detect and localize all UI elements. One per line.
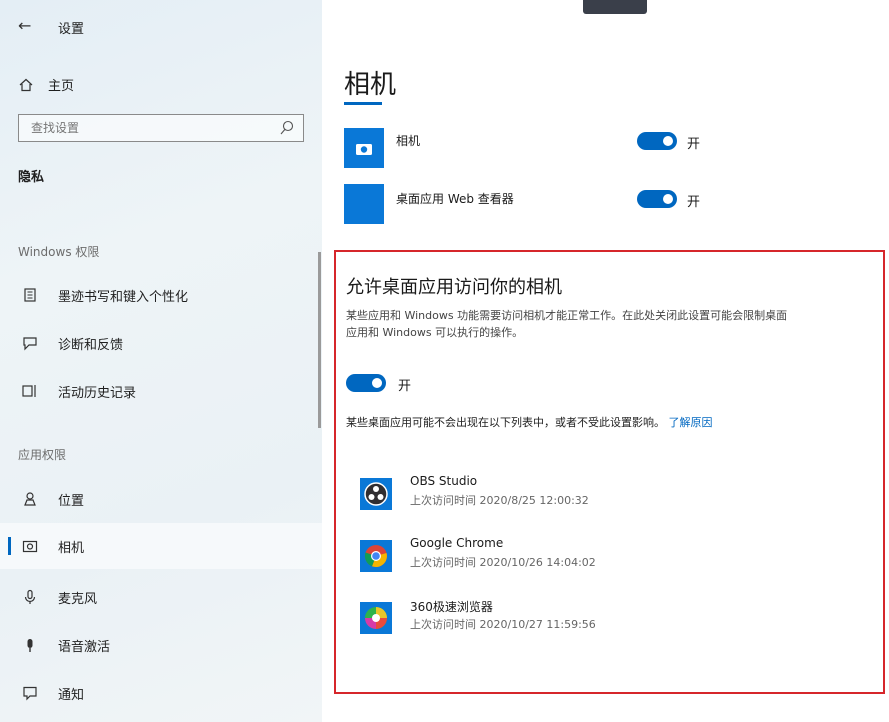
window-title: 设置	[58, 22, 85, 37]
sidebar-item-activity-history[interactable]: 活动历史记录	[0, 368, 322, 414]
sidebar-item-label: 位置	[58, 493, 85, 509]
app-list-name: 360极速浏览器	[410, 600, 493, 614]
toggle-knob	[663, 194, 673, 204]
notebook-icon	[22, 287, 38, 303]
page-title: 相机	[344, 70, 397, 100]
camera-icon	[22, 538, 38, 554]
sidebar-item-label: 活动历史记录	[58, 385, 137, 401]
app-list-name: Google Chrome	[410, 536, 504, 550]
back-arrow-icon[interactable]: ←	[18, 16, 31, 35]
desktop-apps-heading: 允许桌面应用访问你的相机	[346, 277, 562, 298]
taskbar-thumbnail	[583, 0, 647, 14]
app-list-name: OBS Studio	[410, 474, 478, 488]
home-label: 主页	[48, 79, 75, 94]
search-field[interactable]	[18, 114, 304, 142]
toggle-knob	[372, 378, 382, 388]
sidebar-item-voice-activation[interactable]: 语音激活	[0, 622, 322, 668]
sidebar-item-notifications[interactable]: 通知	[0, 670, 322, 716]
app-row-camera: 相机 开	[344, 124, 864, 168]
toggle-state-label: 开	[687, 137, 701, 152]
obs-icon	[360, 478, 392, 510]
chrome-icon	[360, 540, 392, 572]
home-icon	[19, 78, 33, 91]
group-label-apps: 应用权限	[18, 448, 67, 462]
sidebar-item-microphone[interactable]: 麦克风	[0, 574, 322, 620]
sidebar-item-label: 墨迹书写和键入个性化	[58, 289, 189, 305]
web-viewer-app-icon	[344, 184, 384, 224]
sidebar-item-label: 麦克风	[58, 591, 98, 607]
group-label-windows: Windows 权限	[18, 245, 100, 259]
section-heading-privacy: 隐私	[18, 170, 45, 185]
camera-app-icon	[344, 128, 384, 168]
list-item: OBS Studio 上次访问时间 2020/8/25 12:00:32	[360, 474, 760, 518]
sidebar-item-label: 诊断和反馈	[58, 337, 124, 353]
microphone-icon	[22, 589, 38, 605]
sidebar-item-label: 语音激活	[58, 639, 111, 655]
app-list-last-access: 上次访问时间 2020/10/27 11:59:56	[410, 618, 596, 631]
title-accent-bar	[344, 102, 382, 105]
camera-app-toggle[interactable]	[637, 132, 677, 150]
sidebar-scrollbar[interactable]	[318, 252, 321, 428]
desktop-apps-note: 某些桌面应用可能不会出现在以下列表中，或者不受此设置影响。 了解原因	[346, 414, 786, 431]
app-name: 桌面应用 Web 查看器	[396, 192, 514, 206]
settings-sidebar: ← 设置 主页 隐私 Windows 权限 墨迹书写和键入个性化 诊断和反馈 活…	[0, 0, 322, 722]
sidebar-item-label: 通知	[58, 687, 85, 703]
notification-icon	[22, 685, 38, 701]
timeline-icon	[22, 383, 38, 399]
toggle-knob	[663, 136, 673, 146]
search-icon[interactable]	[279, 119, 295, 137]
home-link[interactable]: 主页	[18, 75, 74, 94]
sidebar-item-label: 相机	[58, 540, 85, 556]
sidebar-item-diagnostics[interactable]: 诊断和反馈	[0, 320, 322, 366]
search-input[interactable]	[19, 115, 271, 141]
browser-360-icon	[360, 602, 392, 634]
list-item: 360极速浏览器 上次访问时间 2020/10/27 11:59:56	[360, 598, 760, 642]
desktop-apps-toggle[interactable]	[346, 374, 386, 392]
feedback-icon	[22, 335, 38, 351]
location-icon	[22, 491, 38, 507]
web-viewer-toggle[interactable]	[637, 190, 677, 208]
list-item: Google Chrome 上次访问时间 2020/10/26 14:04:02	[360, 536, 760, 580]
app-row-web-viewer: 桌面应用 Web 查看器 开	[344, 184, 864, 224]
voice-icon	[22, 637, 38, 653]
desktop-apps-description: 某些应用和 Windows 功能需要访问相机才能正常工作。在此处关闭此设置可能会…	[346, 309, 788, 339]
toggle-state-label: 开	[398, 379, 412, 394]
learn-more-link[interactable]: 了解原因	[669, 416, 713, 429]
sidebar-item-camera[interactable]: 相机	[0, 523, 322, 569]
app-list-last-access: 上次访问时间 2020/8/25 12:00:32	[410, 494, 589, 507]
note-text: 某些桌面应用可能不会出现在以下列表中，或者不受此设置影响。	[346, 416, 665, 429]
app-name: 相机	[396, 134, 421, 148]
app-list-last-access: 上次访问时间 2020/10/26 14:04:02	[410, 556, 596, 569]
toggle-state-label: 开	[687, 195, 701, 210]
sidebar-item-inking[interactable]: 墨迹书写和键入个性化	[0, 272, 322, 318]
sidebar-item-location[interactable]: 位置	[0, 476, 322, 522]
